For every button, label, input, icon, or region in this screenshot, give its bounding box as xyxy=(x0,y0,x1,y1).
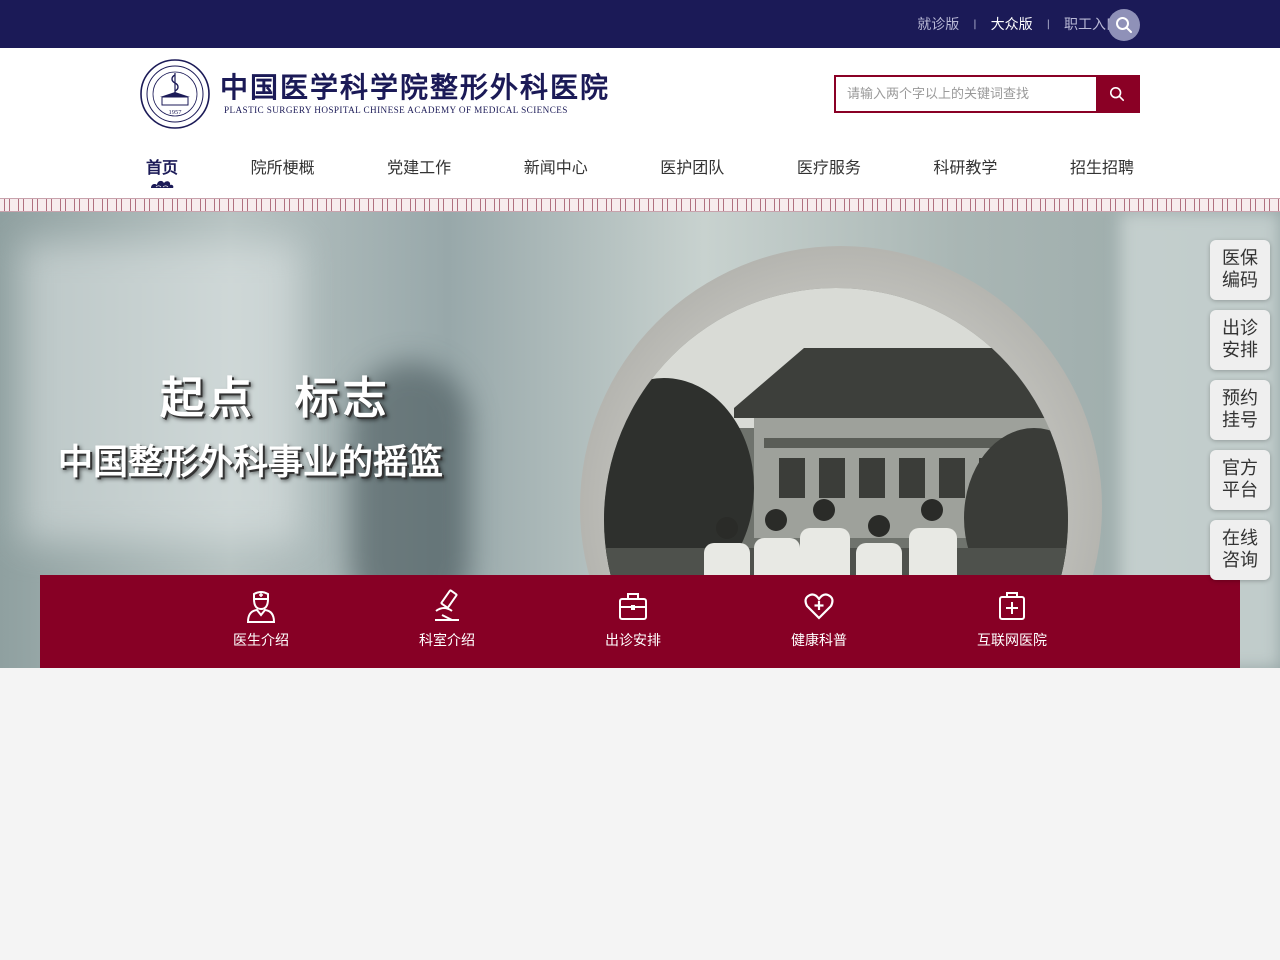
nav-item-party[interactable]: 党建工作 xyxy=(381,152,457,192)
quicklink-label: 医生介绍 xyxy=(233,633,289,649)
quicklink-internet-hospital[interactable]: 互联网医院 xyxy=(952,575,1072,668)
side-button-line: 预约 xyxy=(1222,388,1258,409)
quicklink-schedule[interactable]: 出诊安排 xyxy=(573,575,693,668)
quicklink-departments[interactable]: 科室介绍 xyxy=(387,575,507,668)
hospital-name-cn[interactable]: 中国医学科学院整形外科医院 xyxy=(220,66,610,106)
side-button-line: 咨询 xyxy=(1222,550,1258,571)
side-button-insurance-code[interactable]: 医保 编码 xyxy=(1210,240,1270,300)
nav-item-research[interactable]: 科研教学 xyxy=(927,152,1003,192)
side-button-line: 出诊 xyxy=(1222,318,1258,339)
medical-bag-icon xyxy=(999,592,1025,620)
decorative-border xyxy=(0,198,1280,212)
site-header: 1957 中国医学科学院整形外科医院 PLASTIC SURGERY HOSPI… xyxy=(0,48,1280,208)
search-input[interactable] xyxy=(836,77,1096,111)
banner-subtitle: 中国整形外科事业的摇篮 xyxy=(58,443,444,483)
side-button-line: 平台 xyxy=(1222,480,1258,501)
side-button-line: 医保 xyxy=(1222,248,1258,269)
top-link-clinic-version[interactable]: 就诊版 xyxy=(917,14,959,34)
quicklink-label: 科室介绍 xyxy=(419,633,475,649)
side-button-line: 在线 xyxy=(1222,528,1258,549)
nav-item-home[interactable]: 首页 xyxy=(140,152,184,192)
nav-item-services[interactable]: 医疗服务 xyxy=(791,152,867,192)
top-separator: | xyxy=(973,18,977,30)
heart-plus-icon xyxy=(804,593,834,620)
top-bar: 就诊版 | 大众版 | 职工入口 xyxy=(0,0,1280,48)
banner-title: 起点 标志 xyxy=(160,373,391,424)
logo-year: 1957 xyxy=(169,109,183,116)
side-button-line: 挂号 xyxy=(1222,410,1258,431)
side-button-appointment[interactable]: 预约 挂号 xyxy=(1210,380,1270,440)
search-icon xyxy=(1109,86,1125,102)
doctor-icon xyxy=(246,591,276,623)
side-button-line: 编码 xyxy=(1222,270,1258,291)
side-button-schedule[interactable]: 出诊 安排 xyxy=(1210,310,1270,370)
briefcase-icon xyxy=(619,593,647,620)
nav-item-recruit[interactable]: 招生招聘 xyxy=(1064,152,1140,192)
top-links: 就诊版 | 大众版 | 职工入口 xyxy=(917,0,1120,48)
quicklink-health-science[interactable]: 健康科普 xyxy=(759,575,879,668)
top-search-button[interactable] xyxy=(1108,9,1140,41)
quicklink-doctors[interactable]: 医生介绍 xyxy=(201,575,321,668)
top-link-public-version[interactable]: 大众版 xyxy=(991,14,1033,34)
hospital-name-en: PLASTIC SURGERY HOSPITAL CHINESE ACADEMY… xyxy=(224,105,568,115)
nav-item-label: 首页 xyxy=(146,158,179,177)
quicklink-label: 出诊安排 xyxy=(605,633,661,649)
search-icon xyxy=(1116,17,1132,33)
side-button-line: 安排 xyxy=(1222,340,1258,361)
nav-item-team[interactable]: 医护团队 xyxy=(654,152,730,192)
hospital-seal-logo[interactable]: 1957 xyxy=(140,59,210,129)
cloud-ornament-icon xyxy=(151,180,174,188)
search-submit-button[interactable] xyxy=(1096,77,1138,111)
side-button-official-platform[interactable]: 官方 平台 xyxy=(1210,450,1270,510)
nav-item-news[interactable]: 新闻中心 xyxy=(518,152,594,192)
site-search xyxy=(834,75,1140,113)
quicklink-label: 互联网医院 xyxy=(977,633,1047,649)
top-separator: | xyxy=(1046,18,1050,30)
side-button-online-consult[interactable]: 在线 咨询 xyxy=(1210,520,1270,580)
side-button-line: 官方 xyxy=(1222,458,1258,479)
nav-item-about[interactable]: 院所梗概 xyxy=(245,152,321,192)
microscope-icon xyxy=(435,589,459,621)
main-nav: 首页 院所梗概 党建工作 新闻中心 医护团队 医疗服务 科研教学 招生招聘 xyxy=(140,152,1140,192)
quick-links-bar: 医生介绍 科室介绍 出诊安排 健康科普 互联网医院 xyxy=(40,575,1240,668)
quicklink-label: 健康科普 xyxy=(791,633,847,649)
